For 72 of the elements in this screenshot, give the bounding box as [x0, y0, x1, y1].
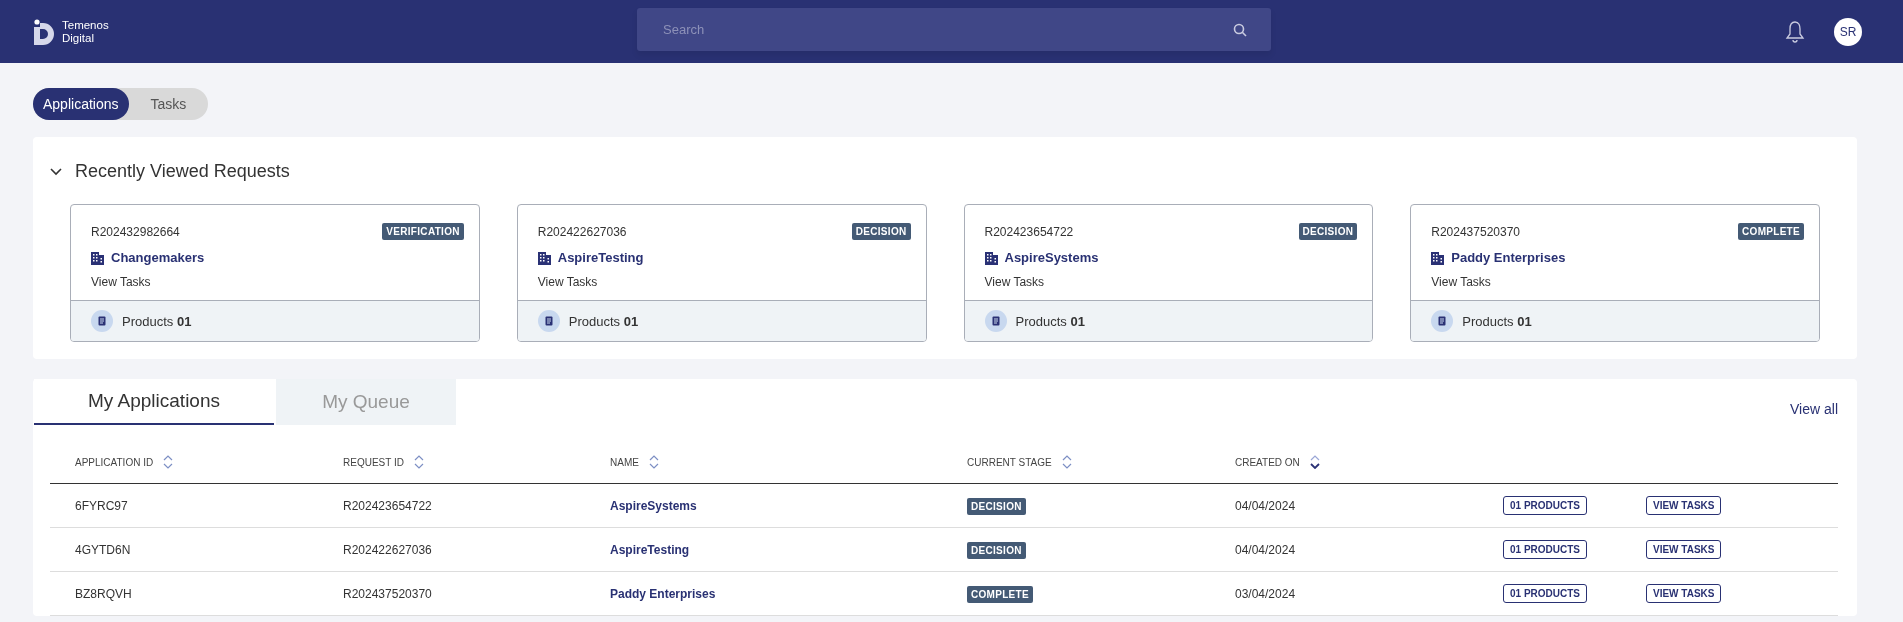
view-tasks-button[interactable]: VIEW TASKS: [1646, 540, 1722, 559]
chevron-icon[interactable]: [49, 166, 63, 177]
company-name: AspireSystems: [1004, 250, 1099, 265]
stage-badge: DECISION: [967, 541, 1026, 559]
request-id: R202437520370: [1431, 224, 1520, 239]
column-header: APPLICATION ID: [75, 456, 154, 468]
company-name: Changemakers: [111, 250, 205, 265]
logo-icon: [34, 18, 56, 45]
stage-badge: COMPLETE: [1738, 223, 1804, 240]
table-cell: Paddy Enterprises: [585, 571, 942, 616]
user-avatar[interactable]: SR: [1834, 17, 1862, 46]
building-icon: [537, 250, 552, 265]
table-cell: 04/04/2024: [1210, 483, 1478, 528]
document-icon: [537, 310, 560, 332]
table-cell: R202437520370: [318, 571, 585, 616]
table-cell: 6FYRC97: [50, 483, 318, 528]
request-id: R202423654722: [984, 224, 1074, 239]
sort-icon[interactable]: [1309, 455, 1320, 469]
view-toggle-tab[interactable]: Tasks: [128, 88, 209, 120]
request-id: R202432982664: [91, 224, 180, 239]
table-cell: BZ8RQVH: [50, 571, 318, 616]
search-icon: [1233, 23, 1247, 37]
column-header: CURRENT STAGE: [967, 456, 1052, 468]
logo-text: Digital: [62, 31, 95, 45]
stage-badge: DECISION: [967, 497, 1026, 515]
notification-bell-icon[interactable]: [1784, 19, 1806, 44]
table-cell: AspireTesting: [585, 527, 942, 572]
table-cell: 04/04/2024: [1210, 527, 1478, 572]
request-card[interactable]: R202423654722 DECISION AspireSystems View Tasks Products 01: [963, 204, 1374, 342]
document-icon: [91, 310, 113, 332]
view-toggle-tab[interactable]: Applications: [33, 88, 129, 120]
search-field[interactable]: Search: [637, 8, 1271, 51]
document-icon: [1431, 310, 1454, 332]
products-count: Products 01: [1015, 313, 1085, 329]
building-icon: [984, 250, 999, 265]
company-name: Paddy Enterprises: [1451, 250, 1566, 265]
request-id: R202422627036: [537, 224, 627, 239]
products-count: Products 01: [1462, 313, 1532, 329]
panel-title: Recently Viewed Requests: [75, 161, 290, 182]
building-icon: [91, 250, 105, 265]
column-header: NAME: [610, 456, 639, 468]
products-button[interactable]: 01 PRODUCTS: [1503, 584, 1587, 603]
building-icon: [1431, 250, 1446, 265]
column-header: REQUEST ID: [343, 456, 404, 468]
request-card[interactable]: R202437520370 COMPLETE Paddy Enterprises View Tasks Products 01: [1410, 204, 1820, 342]
stage-badge: VERIFICATION: [382, 223, 464, 240]
stage-badge: COMPLETE: [967, 585, 1033, 603]
view-tasks-link[interactable]: View Tasks: [984, 275, 1045, 289]
products-button[interactable]: 01 PRODUCTS: [1503, 540, 1587, 559]
table-cell: R202423654722: [318, 483, 585, 528]
view-tasks-button[interactable]: VIEW TASKS: [1646, 496, 1722, 515]
products-count: Products 01: [568, 313, 639, 329]
view-tasks-link[interactable]: View Tasks: [1431, 275, 1491, 289]
section-tab[interactable]: My Applications: [34, 379, 274, 425]
table-cell: 03/04/2024: [1210, 571, 1478, 616]
stage-badge: DECISION: [851, 223, 911, 240]
request-card[interactable]: R202422627036 DECISION AspireTesting View Tasks Products 01: [516, 204, 927, 342]
stage-badge: DECISION: [1298, 223, 1358, 240]
request-card[interactable]: R202432982664 VERIFICATION Changemakers View Tasks Products 01: [70, 204, 480, 342]
view-tasks-link[interactable]: View Tasks: [537, 275, 598, 289]
view-tasks-link[interactable]: View Tasks: [91, 275, 151, 289]
company-name: AspireTesting: [557, 250, 644, 265]
view-tasks-button[interactable]: VIEW TASKS: [1646, 584, 1722, 603]
column-header: CREATED ON: [1235, 456, 1300, 468]
table-cell: AspireSystems: [585, 483, 942, 528]
document-icon: [984, 310, 1007, 332]
logo-text: Temenos: [62, 18, 109, 32]
table-cell: R202422627036: [318, 527, 585, 572]
view-all-link[interactable]: View all: [1790, 401, 1838, 417]
products-count: Products 01: [122, 313, 192, 329]
table-cell: 4GYTD6N: [50, 527, 318, 572]
products-button[interactable]: 01 PRODUCTS: [1503, 496, 1587, 515]
